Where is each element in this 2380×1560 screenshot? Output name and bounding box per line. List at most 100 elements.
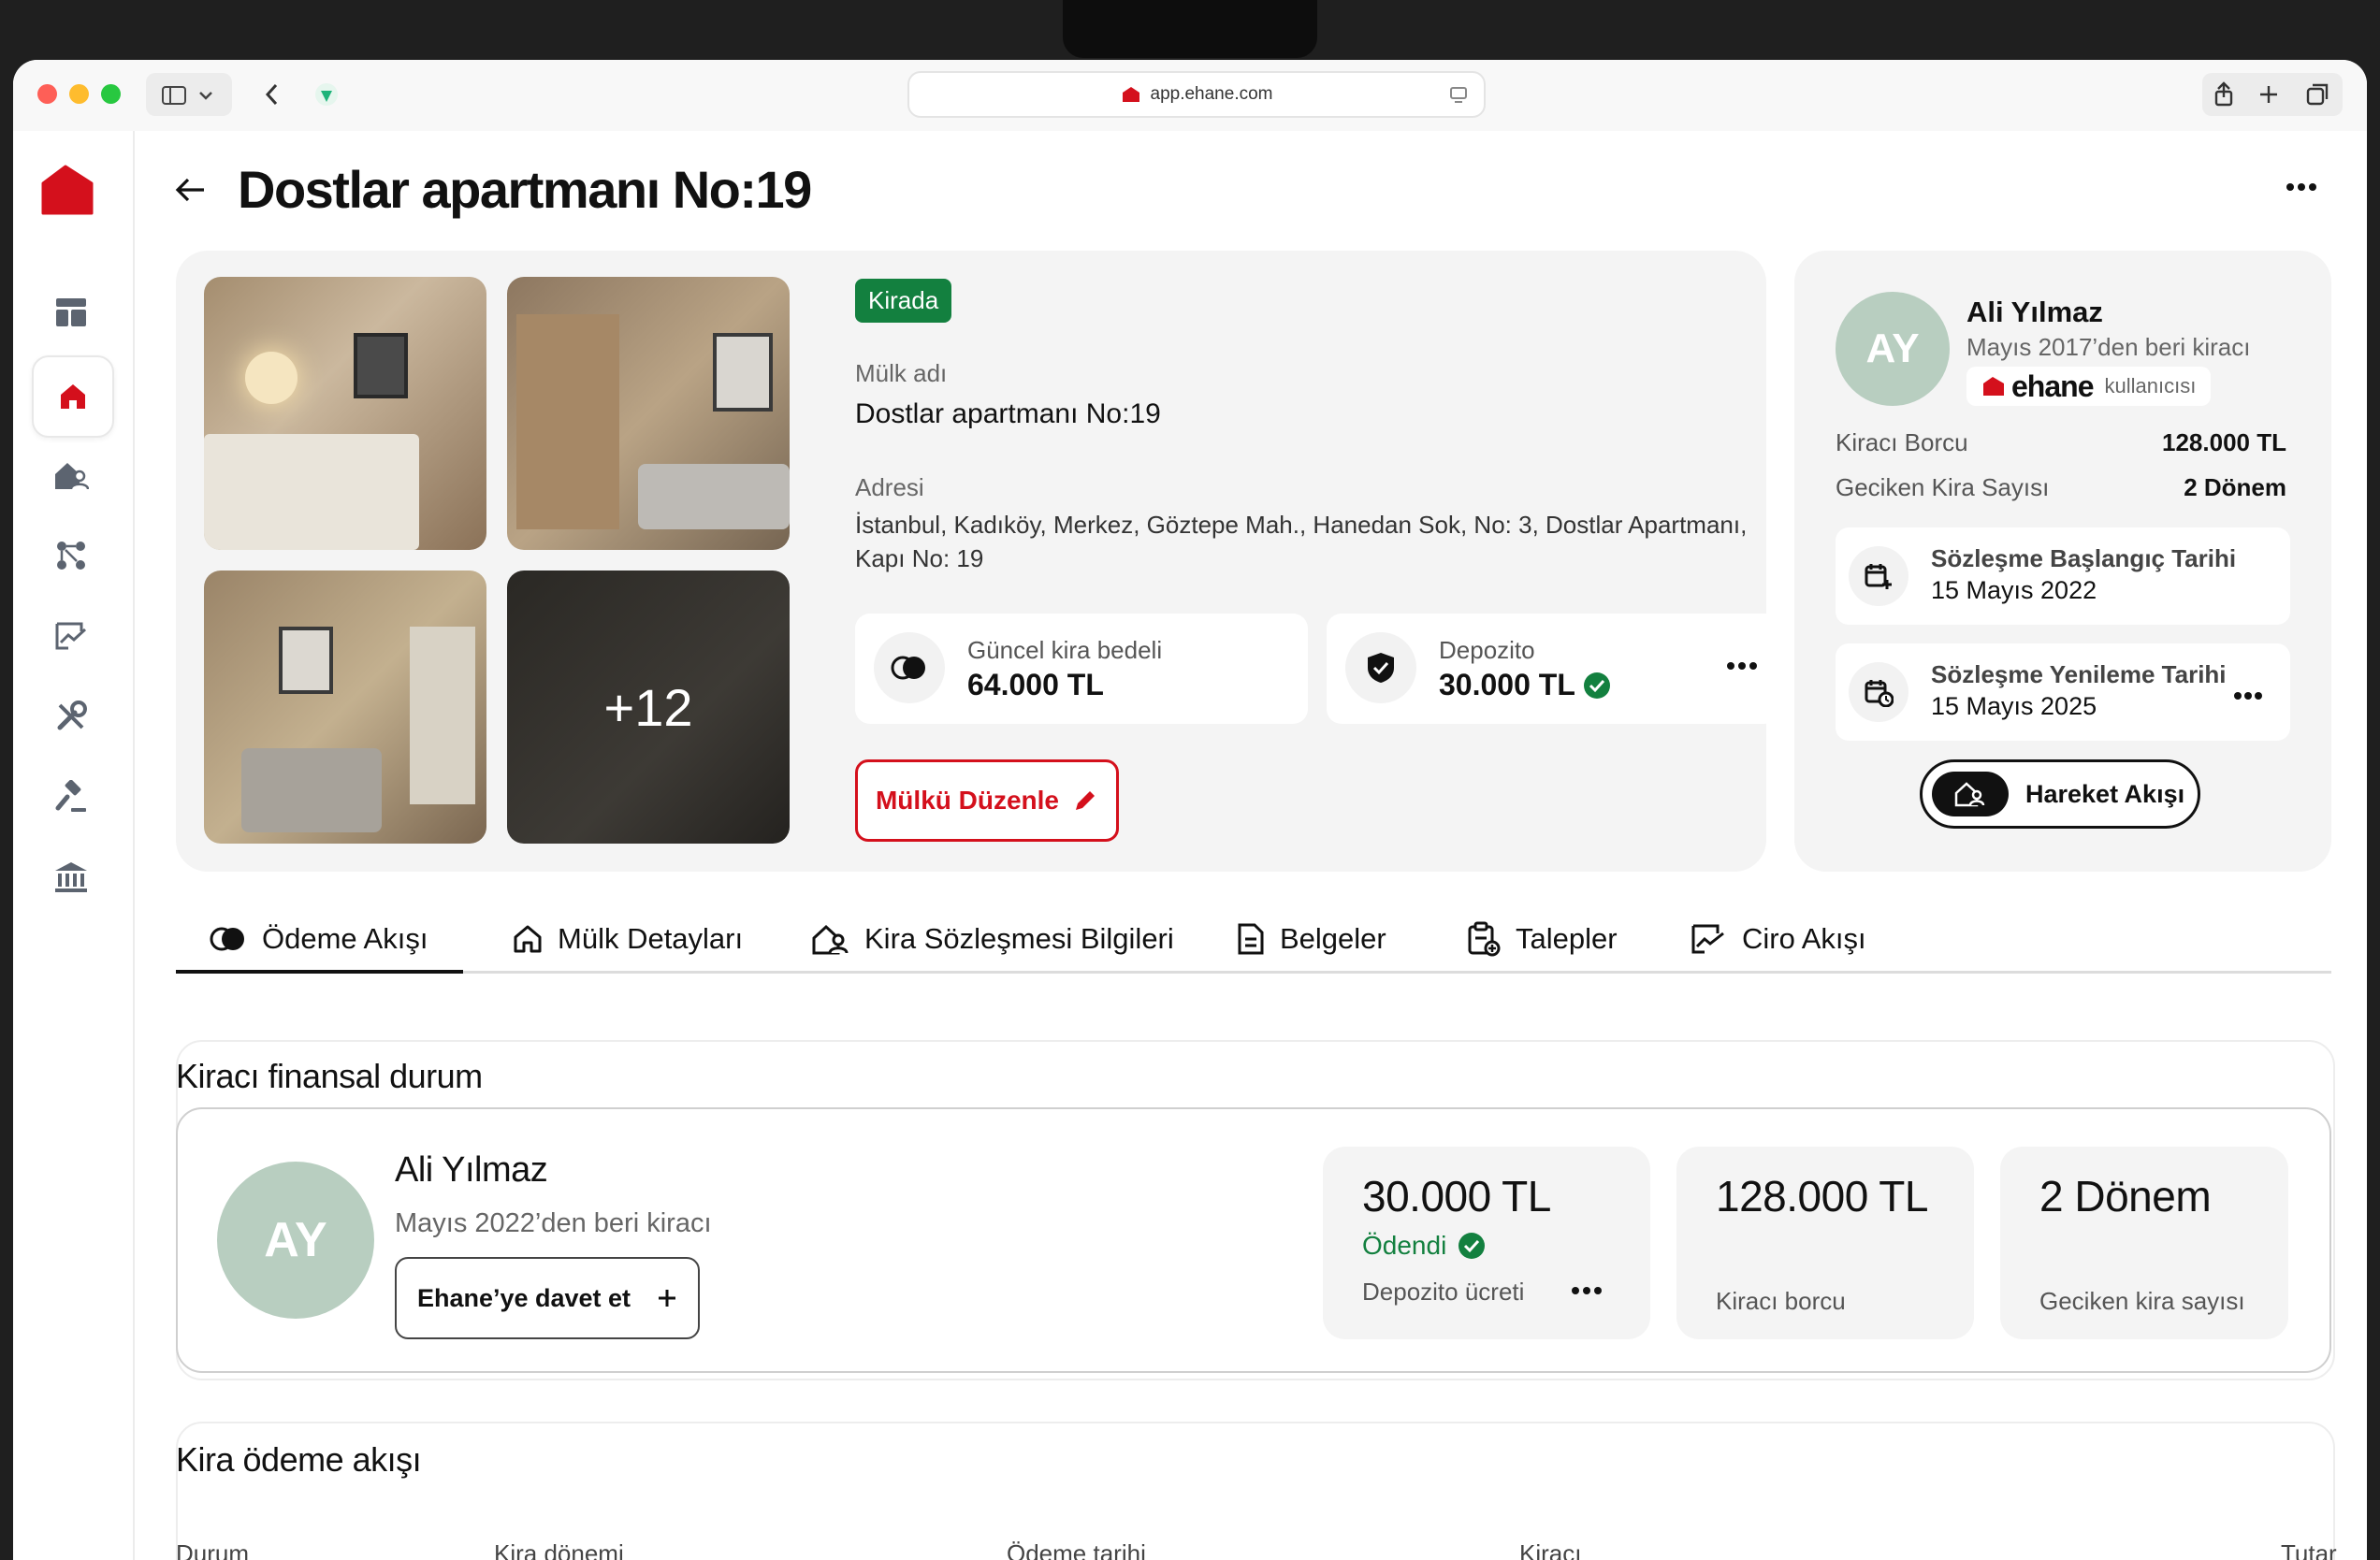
sidebar-item-legal[interactable] [32, 758, 110, 836]
current-rent-card: Güncel kira bedeli 64.000 TL [855, 614, 1308, 724]
invite-label: Ehane’ye davet et [416, 1283, 631, 1312]
camera-notch [1063, 0, 1317, 58]
extension-button[interactable] [305, 73, 348, 116]
column-header-payment-date[interactable]: Ödeme tarihi [1007, 1539, 1146, 1560]
chart-icon [55, 622, 87, 650]
contract-renew-card: Sözleşme Yenileme Tarihi 15 Mayıs 2025 [1836, 643, 2290, 741]
app: Dostlar apartmanı No:19 +12 Kirada Mülk … [13, 131, 2367, 1560]
shield-check-icon [1368, 653, 1394, 683]
tenant-name: Ali Yılmaz [1966, 296, 2103, 328]
browser-actions [2202, 73, 2343, 116]
sidebar-item-reports[interactable] [32, 597, 110, 675]
property-name-label: Mülk adı [855, 359, 948, 387]
tab-requests[interactable]: Talepler [1467, 907, 1618, 971]
deposit-paid-label: Ödendi [1362, 1231, 1447, 1260]
coins-icon [210, 927, 244, 951]
late-stat-label: Geciken kira sayısı [2039, 1287, 2245, 1315]
tenant-finance-card: AY Ali Yılmaz Mayıs 2022’den beri kiracı… [176, 1107, 2331, 1373]
deposit-value-row: 30.000 TL [1439, 668, 1611, 702]
reader-icon[interactable] [1448, 84, 1469, 105]
sidebar-item-tenants[interactable] [32, 436, 110, 514]
debt-stat-label: Kiracı borcu [1716, 1287, 1846, 1315]
bank-icon [55, 862, 87, 892]
tab-label: Ödeme Akışı [262, 922, 428, 955]
minimize-window-button[interactable] [69, 84, 89, 104]
deposit-label: Depozito [1439, 636, 1535, 664]
sidebar-toggle-button[interactable] [146, 73, 232, 116]
page-title: Dostlar apartmanı No:19 [238, 160, 812, 219]
extension-icon [315, 83, 338, 106]
paid-check-icon [1458, 1233, 1486, 1259]
deposit-card: Depozito 30.000 TL [1327, 614, 1779, 724]
late-rent-value: 2 Dönem [2184, 473, 2286, 501]
property-photo-more[interactable]: +12 [507, 571, 790, 844]
close-window-button[interactable] [37, 84, 57, 104]
sidebar-item-flow[interactable] [32, 516, 110, 595]
column-header-amount[interactable]: Tutar [2281, 1539, 2337, 1560]
deposit-stat-amount: 30.000 TL [1362, 1172, 1551, 1221]
sidebar-item-properties[interactable] [32, 355, 114, 438]
edit-property-label: Mülkü Düzenle [875, 786, 1059, 815]
rent-label: Güncel kira bedeli [967, 636, 1163, 664]
sidebar-item-dashboard[interactable] [32, 273, 110, 352]
finance-tenant-since: Mayıs 2022’den beri kiracı [395, 1208, 712, 1238]
pencil-icon [1076, 791, 1095, 810]
renew-more-button[interactable] [2234, 688, 2262, 705]
url-text: app.ehane.com [1150, 84, 1273, 104]
address-bar[interactable]: app.ehane.com [907, 71, 1486, 118]
more-horizontal-icon [1727, 662, 1757, 670]
ehane-logo-icon [41, 165, 94, 215]
sidebar-item-bank[interactable] [32, 838, 110, 917]
sidebar-item-maintenance[interactable] [32, 677, 110, 756]
dashboard-icon [56, 298, 86, 326]
address-label: Adresi [855, 473, 924, 501]
tenant-panel: AY Ali Yılmaz Mayıs 2017’den beri kiracı… [1794, 251, 2331, 872]
column-header-status[interactable]: Durum [176, 1539, 249, 1560]
rent-icon-wrap [874, 632, 945, 703]
property-photo-3[interactable] [204, 571, 486, 844]
tab-bar: Ödeme Akışı Mülk Detayları Kira Sözleşme… [175, 907, 2331, 974]
share-newtab-tabs-icons[interactable] [2207, 80, 2338, 108]
zoom-window-button[interactable] [101, 84, 121, 104]
activity-flow-button[interactable]: Hareket Akışı [1920, 759, 2200, 829]
logo[interactable] [39, 165, 95, 220]
property-card: +12 Kirada Mülk adı Dostlar apartmanı No… [176, 251, 1779, 872]
deposit-stat-more-button[interactable] [1572, 1283, 1602, 1300]
deposit-more-button[interactable] [1727, 658, 1757, 675]
arrow-left-icon [175, 178, 204, 202]
invite-button[interactable]: Ehane’ye davet et [395, 1257, 700, 1339]
debt-stat-amount: 128.000 TL [1716, 1172, 1928, 1221]
tenant-since: Mayıs 2017’den beri kiracı [1966, 333, 2251, 361]
activity-pill [1932, 772, 2009, 816]
clipboard-add-icon [1468, 921, 1501, 957]
tools-icon [57, 701, 87, 730]
back-nav-button[interactable] [251, 73, 294, 116]
late-rent-row: Geciken Kira Sayısı 2 Dönem [1836, 473, 2286, 502]
contract-start-value: 15 Mayıs 2022 [1931, 576, 2097, 604]
tab-label: Talepler [1516, 922, 1618, 955]
contract-renew-value: 15 Mayıs 2025 [1931, 692, 2097, 720]
tab-revenue-flow[interactable]: Ciro Akışı [1690, 907, 1866, 971]
rent-value: 64.000 TL [967, 668, 1104, 701]
property-photo-2[interactable] [507, 277, 790, 550]
edit-property-button[interactable]: Mülkü Düzenle [855, 759, 1119, 842]
property-user-icon [1954, 782, 1985, 807]
column-header-period[interactable]: Kira dönemi [494, 1539, 624, 1560]
tab-lease-info[interactable]: Kira Sözleşmesi Bilgileri [812, 907, 1174, 971]
site-favicon-icon [1122, 87, 1139, 102]
calendar-clock-icon-wrap [1849, 662, 1908, 722]
tab-property-details[interactable]: Mülk Detayları [513, 907, 743, 971]
contract-start-card: Sözleşme Başlangıç Tarihi 15 Mayıs 2022 [1836, 527, 2290, 625]
sidebar-toggle-icon [162, 86, 212, 105]
late-stat-amount: 2 Dönem [2039, 1172, 2212, 1221]
property-name-value: Dostlar apartmanı No:19 [855, 398, 1161, 429]
back-button[interactable] [174, 176, 208, 209]
tab-documents[interactable]: Belgeler [1237, 907, 1386, 971]
document-icon [1238, 923, 1264, 955]
payments-title: Kira ödeme akışı [176, 1440, 422, 1479]
activity-flow-label: Hareket Akışı [2025, 779, 2185, 808]
property-photo-1[interactable] [204, 277, 486, 550]
column-header-tenant[interactable]: Kiracı [1519, 1539, 1581, 1560]
tab-payment-flow[interactable]: Ödeme Akışı [175, 907, 465, 974]
page-more-button[interactable] [2286, 180, 2316, 196]
